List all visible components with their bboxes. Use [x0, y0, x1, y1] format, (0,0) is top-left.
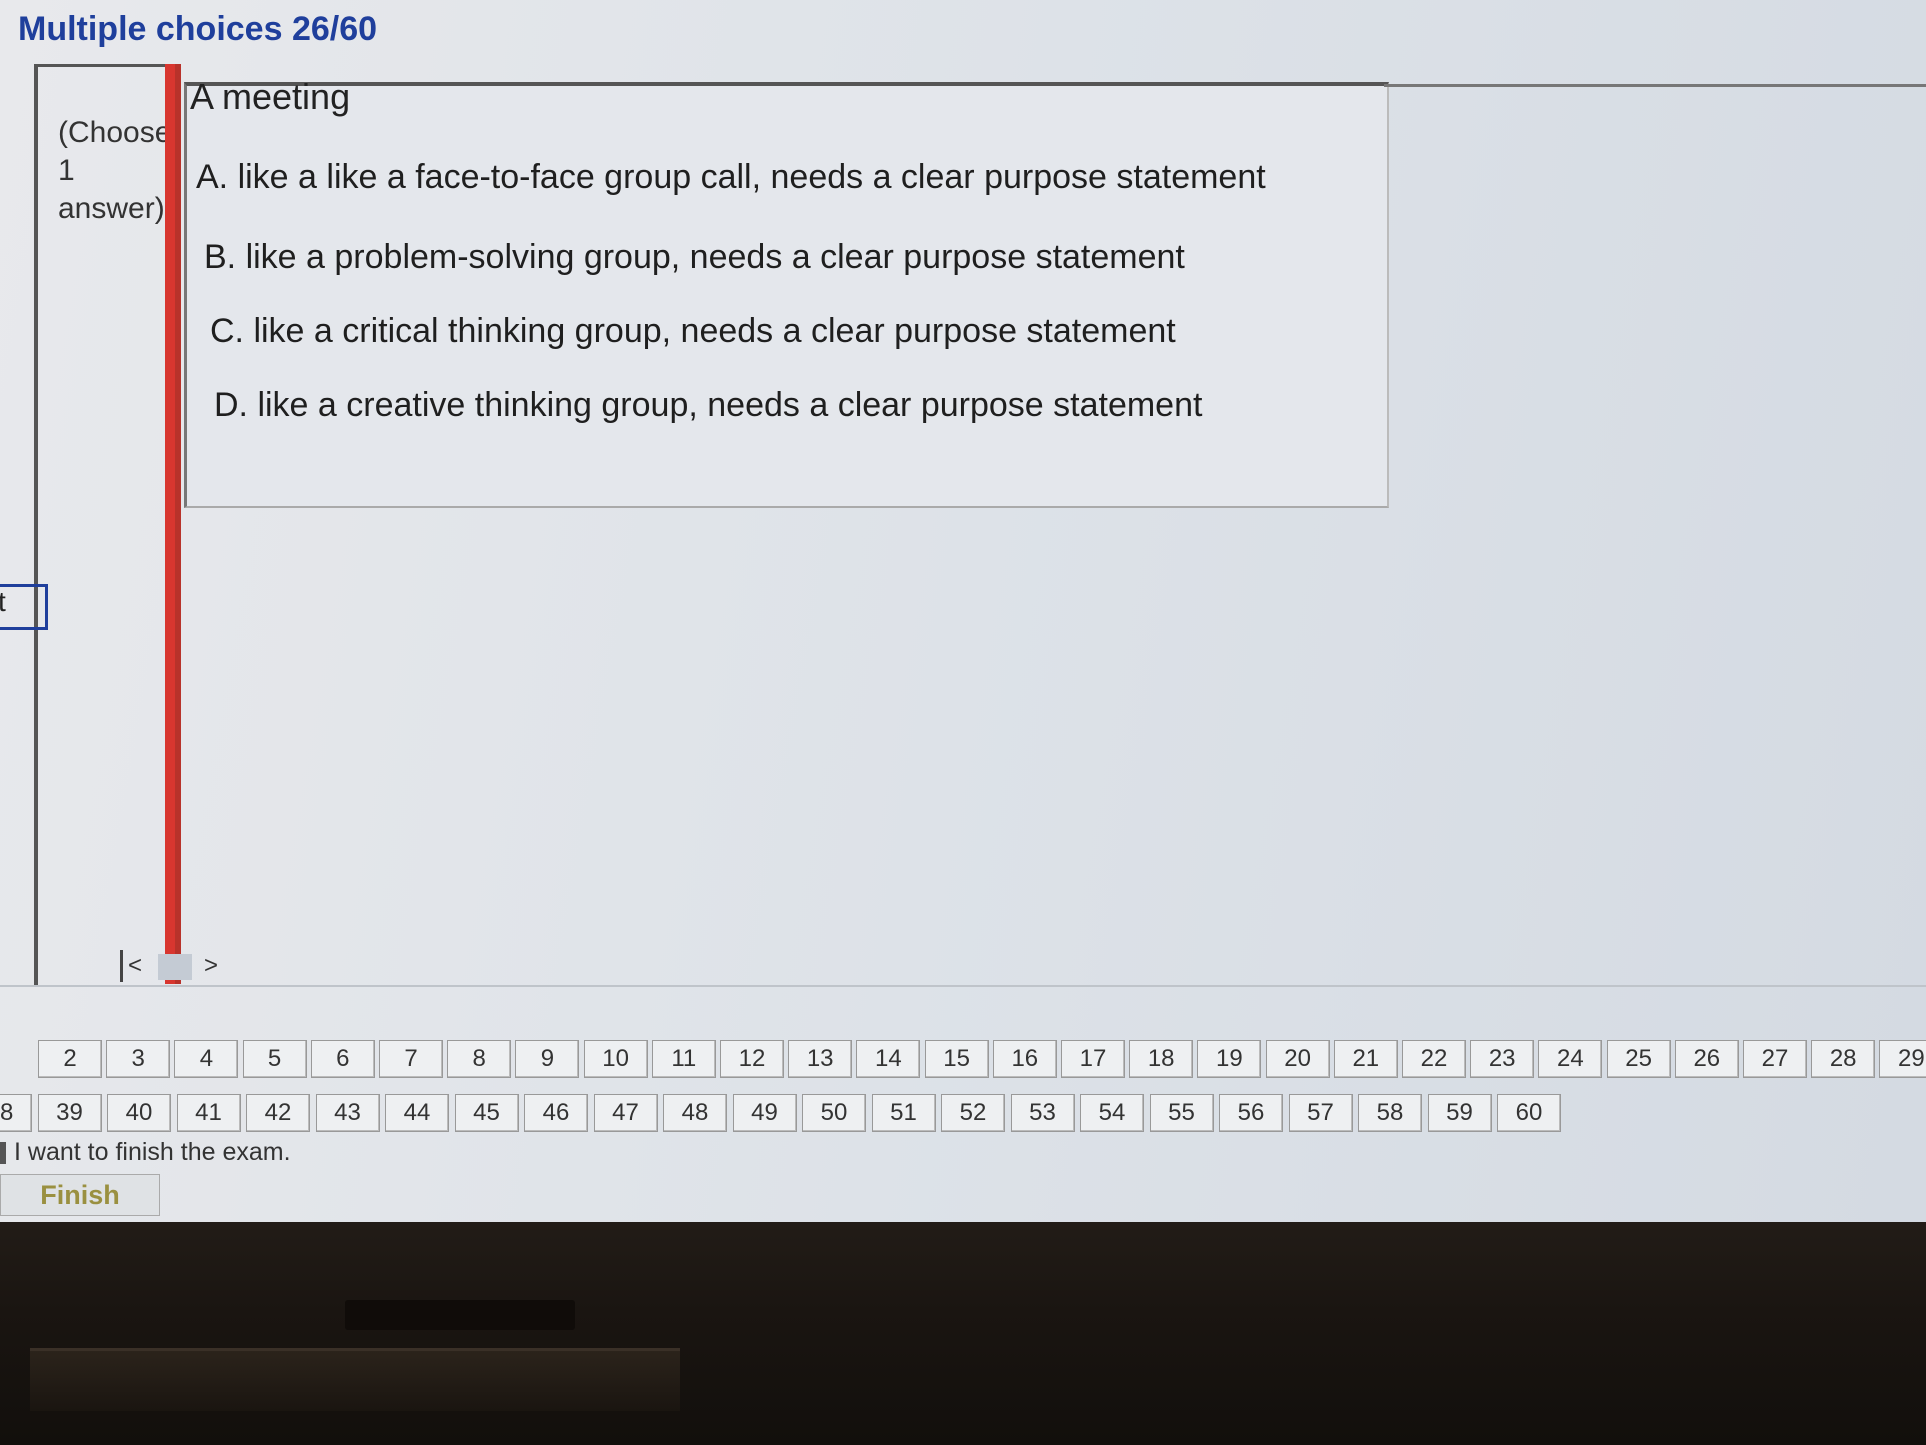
question-nav-button[interactable]: 15 [924, 1040, 989, 1078]
question-nav-button[interactable]: 29 [1879, 1040, 1926, 1078]
question-nav-button[interactable]: 24 [1538, 1040, 1603, 1078]
question-nav-button[interactable]: 4 [174, 1040, 239, 1078]
option-a[interactable]: A. like a like a face-to-face group call… [196, 158, 1266, 197]
question-nav-button[interactable]: 39 [37, 1094, 102, 1132]
desk-background [0, 1222, 1926, 1445]
question-nav-button[interactable]: 17 [1061, 1040, 1125, 1078]
side-button-label: t [0, 586, 6, 617]
scroll-left-icon[interactable]: < [128, 952, 142, 980]
option-d[interactable]: D. like a creative thinking group, needs… [214, 386, 1202, 425]
question-nav-button[interactable]: 47 [593, 1094, 658, 1132]
option-c[interactable]: C. like a critical thinking group, needs… [210, 312, 1176, 351]
question-nav-button[interactable]: 28 [1811, 1040, 1876, 1078]
question-nav-button[interactable]: 21 [1333, 1040, 1398, 1078]
question-nav-button[interactable]: 22 [1402, 1040, 1466, 1078]
question-nav-button[interactable]: 52 [941, 1094, 1005, 1132]
question-nav-button[interactable]: 56 [1219, 1094, 1283, 1132]
question-nav-button[interactable]: 9 [515, 1040, 580, 1078]
question-nav-button[interactable]: 58 [1358, 1094, 1422, 1132]
question-nav-button[interactable]: 19 [1197, 1040, 1262, 1078]
question-box [184, 82, 1389, 508]
choose-instruction: (Choose 1 answer) [58, 116, 172, 225]
question-nav-button[interactable]: 40 [107, 1094, 171, 1132]
desk-plank [30, 1348, 680, 1411]
question-nav-button[interactable]: 53 [1010, 1094, 1075, 1132]
question-nav-button[interactable]: 60 [1497, 1094, 1561, 1132]
question-nav-button[interactable]: 49 [732, 1094, 797, 1132]
question-nav-button[interactable]: 42 [246, 1094, 310, 1132]
question-nav-button[interactable]: 48 [663, 1094, 727, 1132]
question-nav-button[interactable]: 16 [992, 1040, 1057, 1078]
finish-confirm-label: I want to finish the exam. [14, 1138, 291, 1166]
question-nav-button[interactable]: 12 [720, 1040, 784, 1078]
question-stem: A meeting [190, 76, 351, 117]
question-nav-button[interactable]: 7 [379, 1040, 443, 1078]
page-title: Multiple choices 26/60 [18, 10, 378, 48]
question-nav-button[interactable]: 27 [1743, 1040, 1807, 1078]
scrollbar-thumb[interactable] [158, 954, 192, 980]
question-nav-button[interactable]: 46 [524, 1094, 588, 1132]
question-nav-button[interactable]: 38 [0, 1094, 32, 1132]
panel-splitter[interactable] [165, 64, 175, 984]
desk-slot [345, 1300, 575, 1330]
question-nav-button[interactable]: 45 [454, 1094, 519, 1132]
question-nav-button[interactable]: 6 [310, 1040, 375, 1078]
finish-checkbox[interactable] [0, 1142, 6, 1164]
question-nav-button[interactable]: 43 [315, 1094, 380, 1132]
question-nav-button[interactable]: 11 [651, 1040, 716, 1078]
scroll-right-icon[interactable]: > [204, 952, 218, 980]
question-nav-button[interactable]: 44 [385, 1094, 449, 1132]
question-nav-button[interactable]: 54 [1080, 1094, 1144, 1132]
question-nav-button[interactable]: 14 [856, 1040, 921, 1078]
question-nav-button[interactable]: 50 [802, 1094, 866, 1132]
divider [1384, 84, 1926, 87]
exam-screen: Multiple choices 26/60 (Choose 1 answer)… [0, 0, 1926, 1222]
question-nav-button[interactable]: 25 [1606, 1040, 1671, 1078]
question-nav-button[interactable]: 51 [871, 1094, 936, 1132]
question-nav-button[interactable]: 13 [788, 1040, 853, 1078]
question-nav-button[interactable]: 3 [106, 1040, 171, 1078]
question-nav-button[interactable]: 55 [1149, 1094, 1214, 1132]
question-nav-button[interactable]: 10 [583, 1040, 648, 1078]
question-nav-button[interactable]: 18 [1129, 1040, 1194, 1078]
side-button[interactable] [0, 584, 48, 630]
question-nav-button[interactable]: 8 [447, 1040, 512, 1078]
question-nav-button[interactable]: 2 [38, 1040, 102, 1078]
question-nav-button[interactable]: 41 [176, 1094, 241, 1132]
question-nav-button[interactable]: 57 [1288, 1094, 1353, 1132]
question-nav-button[interactable]: 26 [1674, 1040, 1739, 1078]
panel-splitter-edge [175, 64, 181, 984]
option-b[interactable]: B. like a problem-solving group, needs a… [204, 238, 1185, 277]
divider [0, 985, 1926, 987]
question-nav-button[interactable]: 20 [1265, 1040, 1330, 1078]
question-nav-button[interactable]: 23 [1470, 1040, 1535, 1078]
question-nav-button[interactable]: 5 [242, 1040, 307, 1078]
finish-button[interactable]: Finish [0, 1174, 160, 1216]
question-nav-button[interactable]: 59 [1427, 1094, 1492, 1132]
